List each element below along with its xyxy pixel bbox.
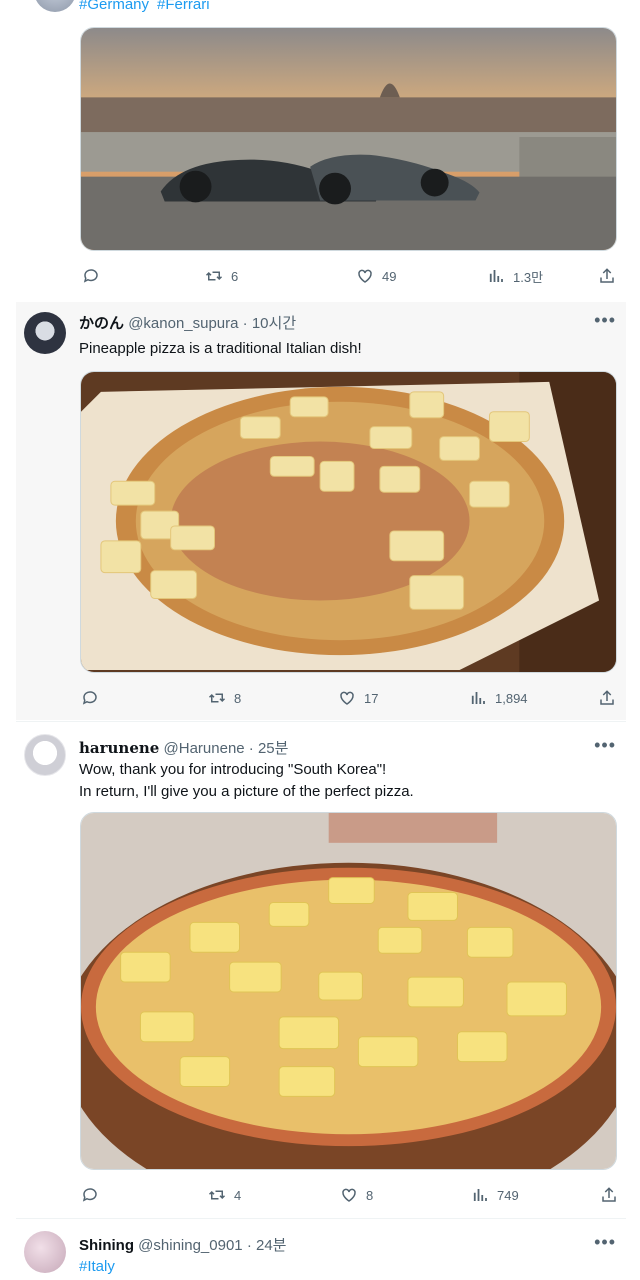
tweet-text-line: Wow, thank you for introducing "South Ko… — [79, 761, 387, 778]
retweet-icon — [208, 693, 226, 703]
reply-icon — [82, 691, 97, 705]
views-count: 749 — [497, 1187, 519, 1203]
like-button[interactable]: 49 — [356, 265, 396, 287]
like-button[interactable]: 17 — [338, 687, 378, 709]
share-button[interactable] — [598, 265, 616, 287]
like-count: 49 — [382, 268, 397, 284]
retweet-button[interactable]: 6 — [205, 265, 238, 287]
reply-button[interactable] — [81, 687, 99, 709]
retweet-button[interactable]: 8 — [208, 687, 241, 709]
hashtag-link[interactable]: #Italy — [79, 1258, 115, 1275]
tweet-header: Shining @shining_0901 · 24분 — [79, 1234, 286, 1255]
heart-icon — [342, 1188, 356, 1202]
ferrari-photo — [81, 28, 616, 250]
tweet-image-perfect-pizza[interactable] — [80, 812, 617, 1170]
tweet-text-line: In return, I'll give you a picture of th… — [79, 783, 414, 800]
more-icon[interactable]: ••• — [594, 1232, 616, 1253]
more-icon[interactable]: ••• — [594, 310, 616, 331]
views-icon — [489, 270, 503, 282]
display-name[interactable]: Shining — [79, 1237, 134, 1254]
tweet-actions: 6 49 1.3만 — [82, 265, 617, 287]
like-button[interactable]: 8 — [340, 1184, 373, 1206]
retweet-button[interactable]: 4 — [208, 1184, 241, 1206]
user-handle[interactable]: @shining_0901 — [138, 1237, 242, 1254]
tweet-text: Wow, thank you for introducing "South Ko… — [79, 759, 414, 803]
tweet-partial-top[interactable]: #Germany #Ferrari 6 49 1.3만 — [16, 0, 626, 300]
views-icon — [471, 692, 485, 704]
tweet-text: Pineapple pizza is a traditional Italian… — [79, 340, 362, 357]
timestamp[interactable]: · 25분 — [249, 740, 289, 757]
avatar[interactable] — [24, 734, 66, 776]
avatar[interactable] — [24, 1231, 66, 1273]
retweet-icon — [205, 271, 223, 281]
share-icon — [600, 690, 614, 705]
share-button[interactable] — [600, 1184, 618, 1206]
timestamp[interactable]: · 10시간 — [243, 315, 296, 332]
retweet-count: 8 — [234, 690, 242, 706]
hashtag-link[interactable]: #Germany — [79, 0, 149, 13]
retweet-icon — [208, 1190, 226, 1200]
views-button[interactable]: 1.3만 — [487, 265, 543, 287]
avatar[interactable] — [24, 312, 66, 354]
views-count: 1.3만 — [513, 269, 544, 285]
pizza-photo — [81, 813, 616, 1169]
share-icon — [602, 1187, 616, 1202]
views-count: 1,894 — [495, 690, 528, 706]
tweet-header: harunene @Harunene · 25분 — [79, 737, 288, 758]
tweet-shining[interactable]: Shining @shining_0901 · 24분 ••• #Italy — [16, 1219, 626, 1280]
reply-icon — [83, 269, 98, 283]
timestamp[interactable]: · 24분 — [247, 1237, 287, 1254]
reply-button[interactable] — [81, 1184, 99, 1206]
tweet-header: かのん @kanon_supura · 10시간 — [79, 312, 296, 333]
reply-icon — [82, 1188, 97, 1202]
heart-icon — [358, 269, 372, 283]
tweet-actions: 8 17 1,894 — [82, 687, 617, 709]
like-count: 8 — [366, 1187, 374, 1203]
tweet-image-pineapple-pizza[interactable] — [80, 371, 617, 673]
tweet-actions: 4 8 749 — [82, 1184, 617, 1206]
user-handle[interactable]: @kanon_supura — [128, 315, 238, 332]
more-icon[interactable]: ••• — [594, 735, 616, 756]
views-button[interactable]: 1,894 — [469, 687, 528, 709]
hashtag-link[interactable]: #Ferrari — [157, 0, 210, 13]
tweet-harunene[interactable]: harunene @Harunene · 25분 ••• Wow, thank … — [16, 722, 626, 1216]
share-button[interactable] — [598, 687, 616, 709]
views-icon — [473, 1189, 487, 1201]
pizza-photo — [81, 372, 616, 672]
tweet-image-ferrari[interactable] — [80, 27, 617, 251]
display-name[interactable]: かのん — [79, 315, 124, 332]
heart-icon — [340, 691, 354, 705]
retweet-count: 4 — [234, 1187, 242, 1203]
hashtags: #Italy — [79, 1256, 123, 1278]
like-count: 17 — [364, 690, 379, 706]
views-button[interactable]: 749 — [471, 1184, 519, 1206]
share-icon — [600, 268, 614, 283]
retweet-count: 6 — [231, 268, 239, 284]
user-handle[interactable]: @Harunene — [164, 740, 245, 757]
hashtags: #Germany #Ferrari — [79, 0, 218, 16]
tweet-kanon[interactable]: かのん @kanon_supura · 10시간 ••• Pineapple p… — [16, 302, 626, 720]
avatar[interactable] — [34, 0, 76, 12]
display-name[interactable]: harunene — [79, 739, 159, 757]
reply-button[interactable] — [82, 265, 100, 287]
